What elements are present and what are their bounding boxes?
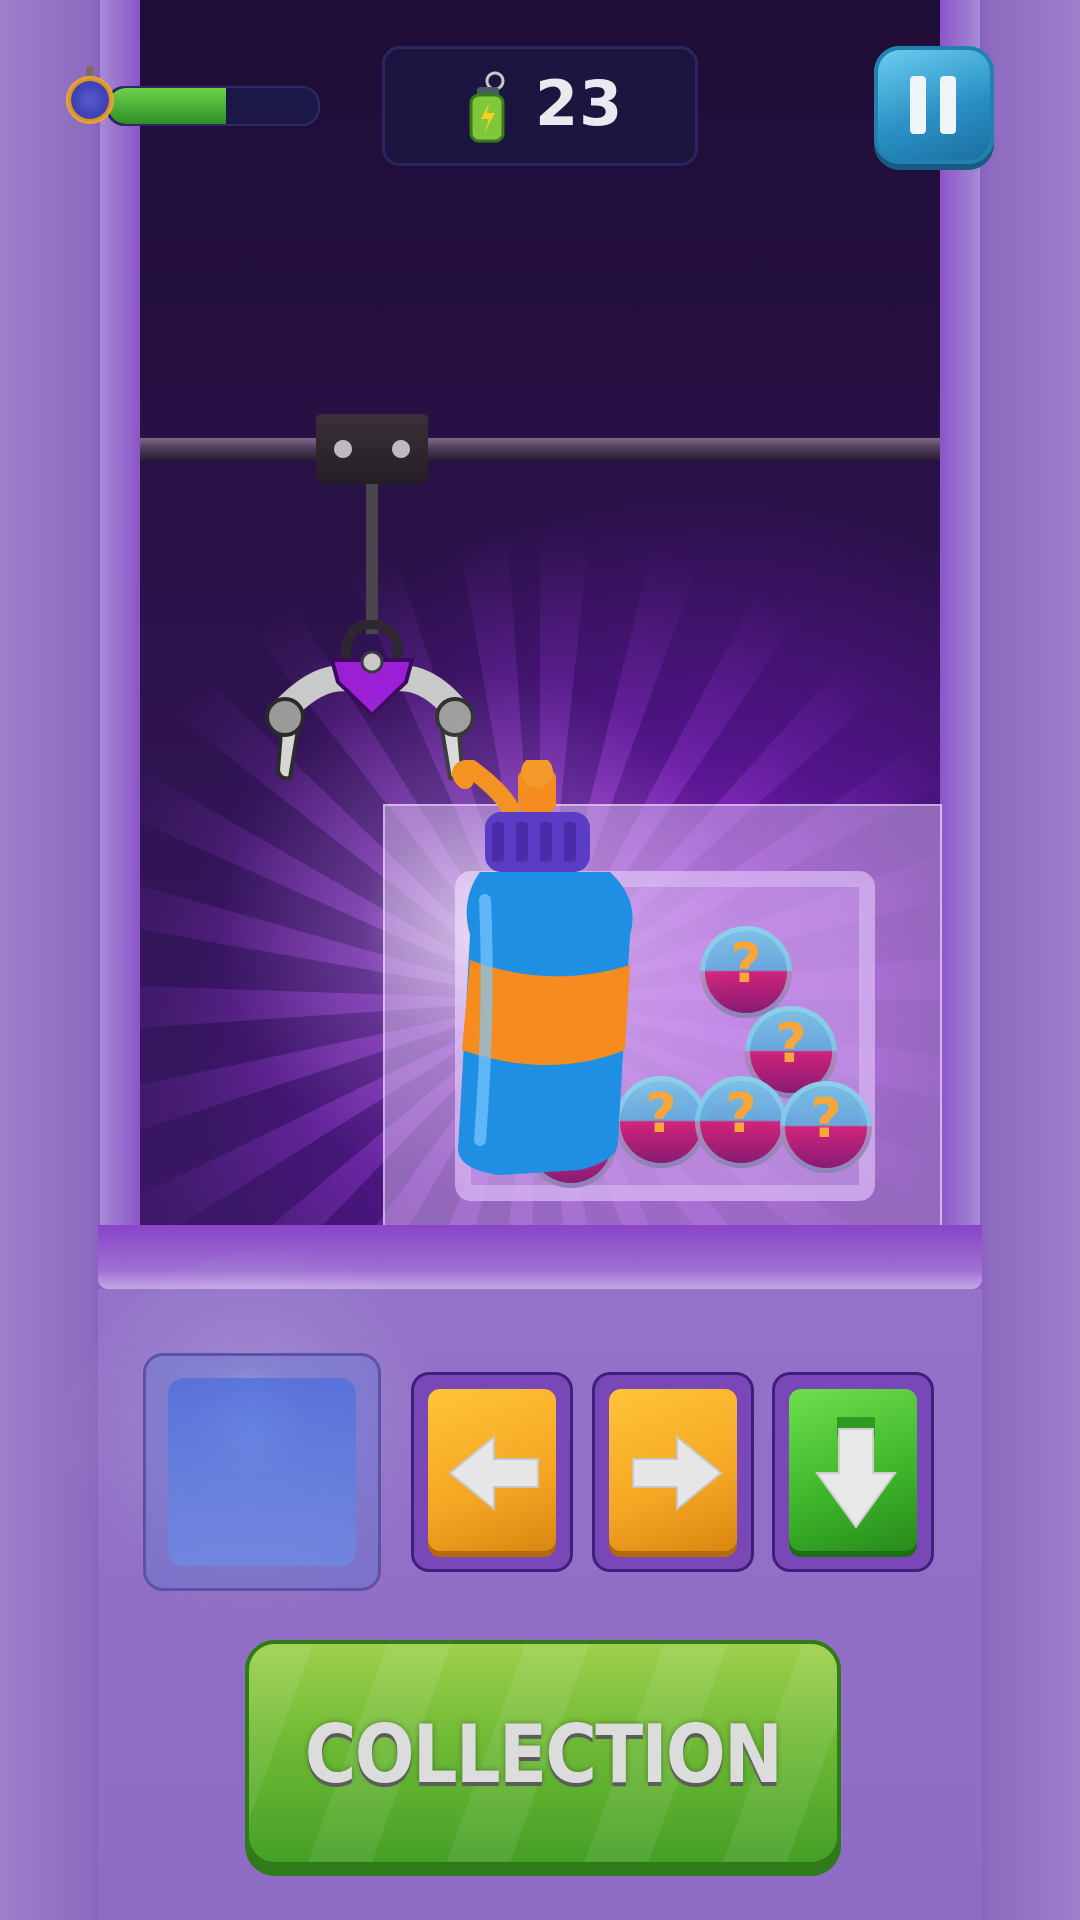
move-left-button[interactable]: [428, 1389, 556, 1551]
claw-carriage: [316, 414, 428, 484]
score-value: 23: [535, 67, 624, 140]
claw-rail: [140, 438, 940, 460]
timer-bar: [66, 66, 320, 126]
timer-track: [106, 86, 320, 126]
empty-slot: [143, 1353, 381, 1591]
drop-claw-button[interactable]: [789, 1389, 917, 1551]
score-panel: 23: [382, 46, 698, 166]
collection-button-label: COLLECTION: [304, 1708, 783, 1801]
claw-cable: [366, 484, 378, 634]
timer-fill: [108, 88, 226, 124]
stopwatch-icon: [66, 66, 114, 124]
mystery-capsule: [780, 1081, 872, 1173]
arrow-down-icon: [815, 1417, 897, 1529]
move-right-button[interactable]: [609, 1389, 737, 1551]
move-left-control: [411, 1372, 573, 1572]
collection-button[interactable]: COLLECTION: [245, 1640, 841, 1866]
drop-claw-control: [772, 1372, 934, 1572]
water-bottle-prize-icon: [452, 760, 633, 1175]
pause-button[interactable]: [874, 46, 994, 164]
arrow-right-icon: [632, 1434, 723, 1512]
move-right-control: [592, 1372, 754, 1572]
arrow-left-icon: [448, 1434, 539, 1512]
battery-keychain-icon: [469, 71, 505, 143]
